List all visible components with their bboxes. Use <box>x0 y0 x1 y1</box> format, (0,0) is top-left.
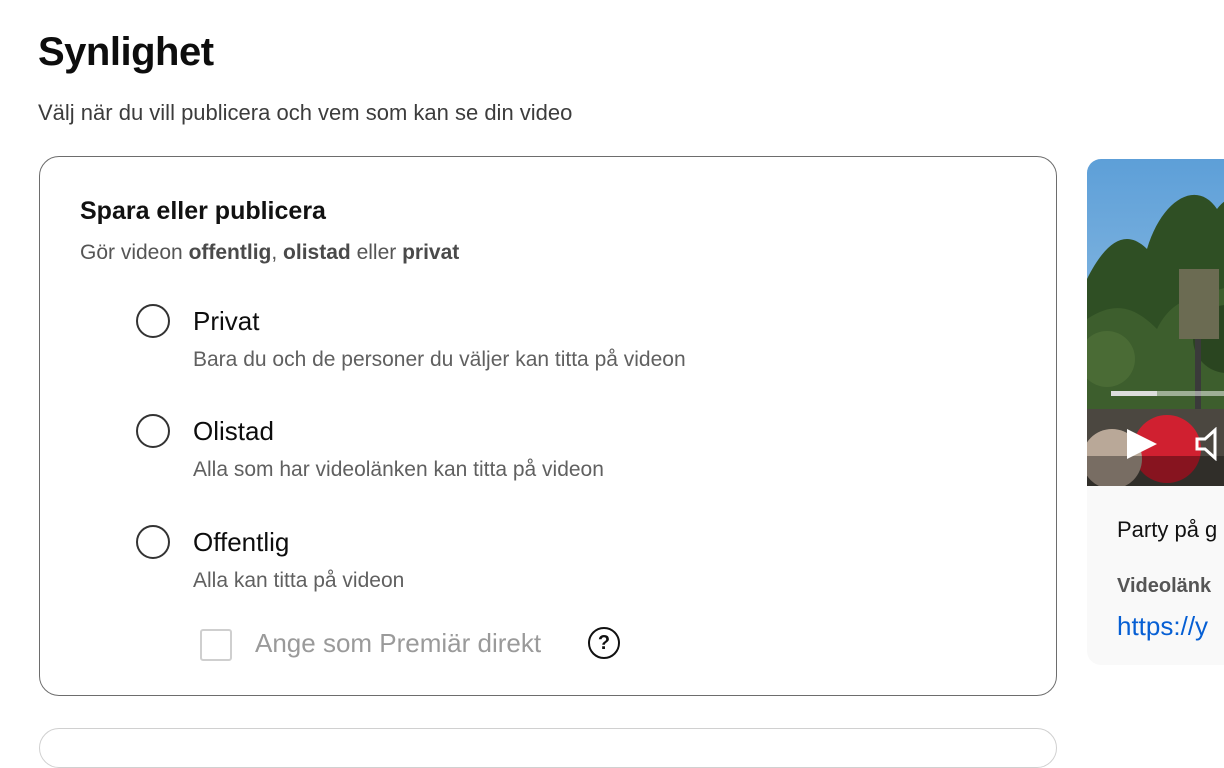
question-circle-icon[interactable]: ? <box>588 627 620 659</box>
card-subtitle-text: eller <box>350 241 403 264</box>
option-public-label: Offentlig <box>193 527 290 557</box>
play-icon[interactable] <box>1125 427 1159 461</box>
premiere-option: Ange som Premiär direkt ? <box>200 627 670 663</box>
publish-card: Spara eller publicera Gör videon offentl… <box>39 156 1057 696</box>
radio-public[interactable] <box>136 525 170 559</box>
video-preview-panel: Party på g Videolänk https://y <box>1087 159 1224 665</box>
premiere-checkbox <box>200 629 232 661</box>
option-private-label: Privat <box>193 306 260 336</box>
option-unlisted-label: Olistad <box>193 416 274 446</box>
card-subtitle: Gör videon offentlig, olistad eller priv… <box>80 241 459 265</box>
card-title: Spara eller publicera <box>80 197 326 225</box>
option-public[interactable]: Offentlig Alla kan titta på videon <box>136 525 836 595</box>
card-subtitle-bold-private: privat <box>402 241 460 264</box>
card-subtitle-text: Gör videon <box>80 241 189 264</box>
volume-icon[interactable] <box>1195 427 1224 461</box>
option-unlisted[interactable]: Olistad Alla som har videolänken kan tit… <box>136 414 836 484</box>
option-unlisted-description: Alla som har videolänken kan titta på vi… <box>193 458 604 481</box>
option-private-description: Bara du och de personer du väljer kan ti… <box>193 348 686 371</box>
option-public-description: Alla kan titta på videon <box>193 569 405 592</box>
radio-private[interactable] <box>136 304 170 338</box>
card-subtitle-text: , <box>271 241 284 264</box>
video-link[interactable]: https://y <box>1117 611 1208 642</box>
next-card <box>39 728 1057 768</box>
video-thumbnail[interactable] <box>1087 159 1224 486</box>
preview-video-title: Party på g <box>1117 517 1218 542</box>
page-title: Synlighet <box>38 30 214 74</box>
video-link-label: Videolänk <box>1117 575 1212 597</box>
radio-unlisted[interactable] <box>136 414 170 448</box>
premiere-label: Ange som Premiär direkt <box>255 628 542 658</box>
card-subtitle-bold-unlisted: olistad <box>283 241 351 264</box>
option-private[interactable]: Privat Bara du och de personer du väljer… <box>136 304 836 374</box>
page-subtitle: Välj när du vill publicera och vem som k… <box>38 100 573 125</box>
card-subtitle-bold-public: offentlig <box>188 241 272 264</box>
